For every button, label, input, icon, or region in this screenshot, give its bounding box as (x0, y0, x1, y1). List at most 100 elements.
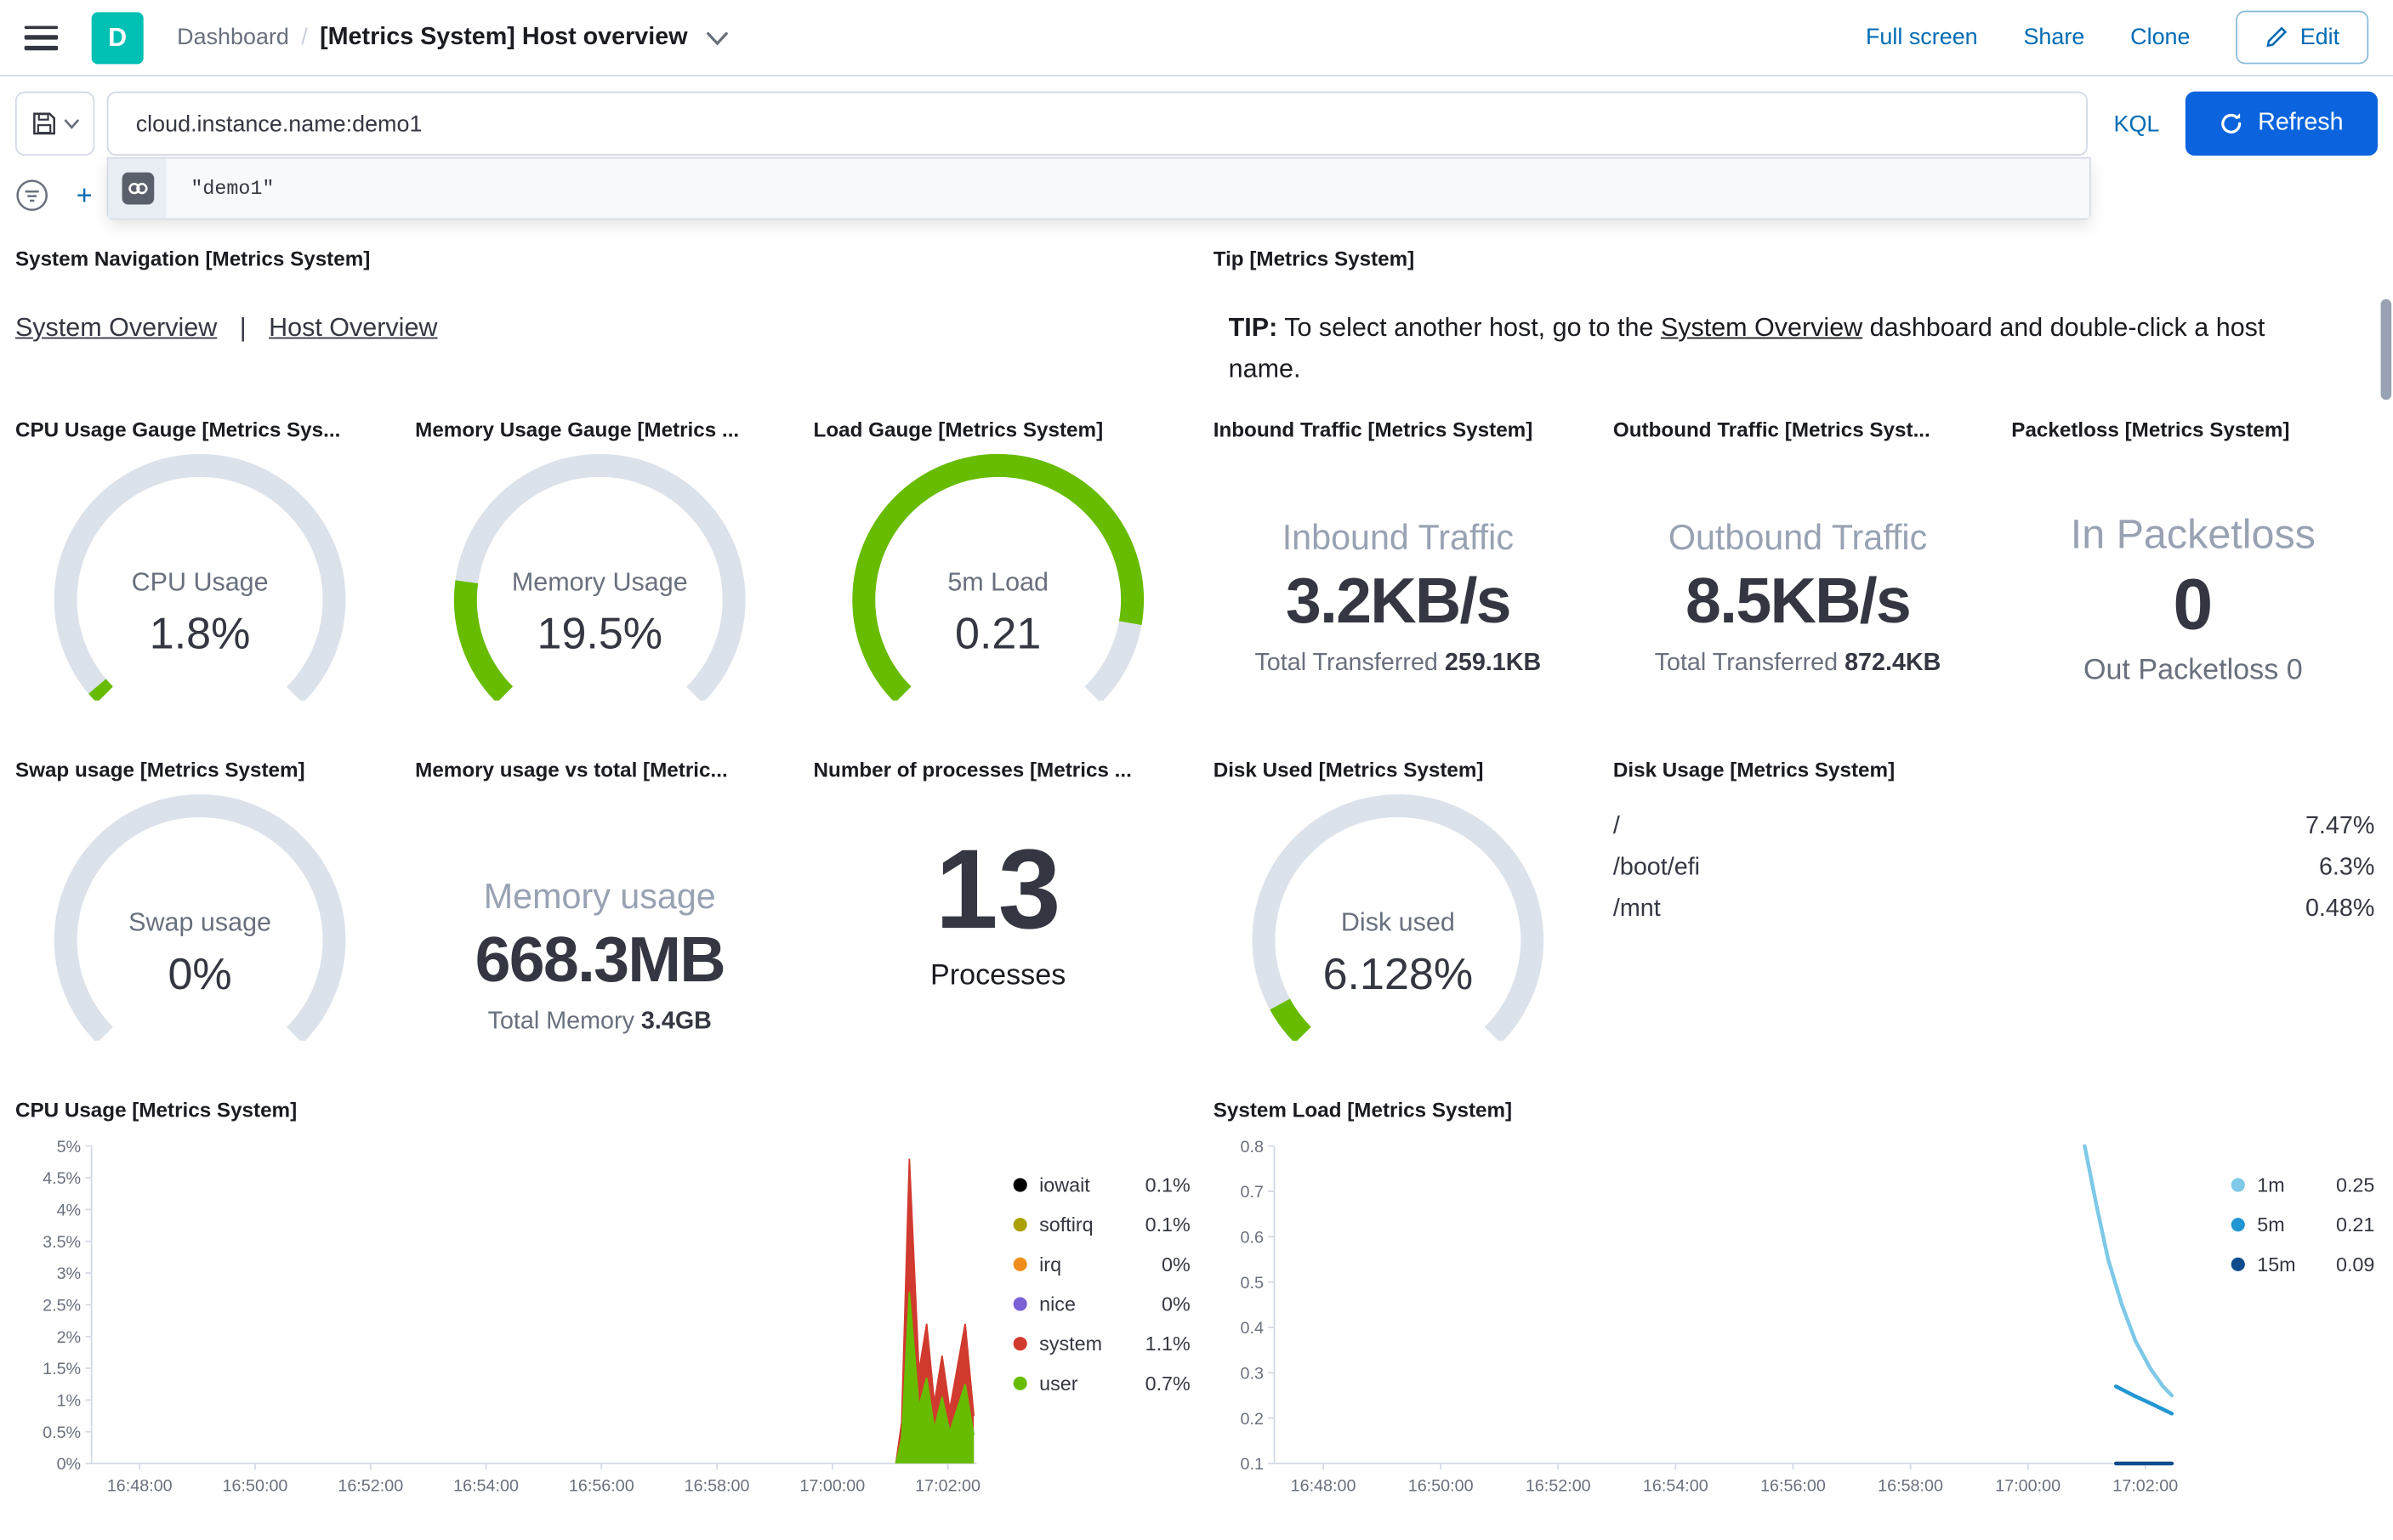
legend-label: irq (1039, 1253, 1062, 1276)
link-system-overview[interactable]: System Overview (15, 313, 217, 342)
outbound-traffic-metric: Outbound Traffic 8.5KB/s Total Transferr… (1613, 447, 1982, 678)
svg-text:16:56:00: 16:56:00 (569, 1476, 634, 1495)
deployment-logo[interactable]: D (91, 11, 144, 64)
top-nav: D Dashboard / [Metrics System] Host over… (0, 0, 2393, 77)
app-root: D Dashboard / [Metrics System] Host over… (0, 0, 2393, 1540)
cpu-chart-body: 0% 0.5% 1% 1.5% 2% 2.5% 3% 3.5% 4% 4.5% 5% 16:48:00… (15, 1128, 1191, 1512)
legend-item[interactable]: user 0.7% (1013, 1372, 1191, 1395)
memory-usage-metric: Memory usage 668.3MB Total Memory 3.4GB (415, 787, 784, 1037)
scrollbar-thumb[interactable] (2380, 298, 2392, 401)
panel-disk-used: Disk Used [Metrics System] Disk used 6.12… (1213, 755, 1583, 1086)
link-host-overview[interactable]: Host Overview (269, 313, 437, 342)
breadcrumb: Dashboard / [Metrics System] Host overvi… (177, 23, 728, 51)
legend-item[interactable]: irq 0% (1013, 1253, 1191, 1276)
share-button[interactable]: Share (2023, 25, 2084, 51)
legend-value: 1.1% (1145, 1332, 1191, 1355)
svg-text:16:50:00: 16:50:00 (1408, 1476, 1474, 1495)
svg-text:17:02:00: 17:02:00 (2112, 1476, 2178, 1495)
legend-value: 0% (1162, 1253, 1191, 1276)
legend-item[interactable]: 15m 0.09 (2231, 1253, 2374, 1276)
edit-button[interactable]: Edit (2236, 10, 2369, 65)
svg-text:17:02:00: 17:02:00 (915, 1476, 981, 1495)
panel-outbound-traffic: Outbound Traffic [Metrics Syst... Outbou… (1612, 415, 1983, 730)
add-filter-icon[interactable]: + (77, 182, 93, 209)
panel-system-load-chart: System Load [Metrics System] 0.1 0.2 0.3 0.… (1213, 1095, 2375, 1536)
legend-value: 0% (1162, 1293, 1191, 1316)
panel-title: Memory usage vs total [Metric... (415, 758, 728, 781)
svg-text:1.5%: 1.5% (43, 1360, 81, 1378)
panel-cpu-usage-chart: CPU Usage [Metrics System] 0% 0.5% 1% 1.5% 2… (14, 1095, 1191, 1536)
panel-title: Swap usage [Metrics System] (14, 758, 305, 781)
svg-text:0.5%: 0.5% (43, 1424, 81, 1442)
panel-tip: Tip [Metrics System] TIP: To select anot… (1213, 244, 2358, 420)
svg-text:6.128%: 6.128% (1323, 950, 1473, 999)
disk-usage-row: /mnt 0.48% (1613, 888, 2375, 929)
filter-menu-icon[interactable] (15, 179, 48, 212)
svg-text:Swap usage: Swap usage (128, 908, 271, 937)
svg-text:16:58:00: 16:58:00 (1878, 1476, 1943, 1495)
refresh-icon (2222, 113, 2242, 134)
svg-text:CPU Usage: CPU Usage (132, 568, 269, 597)
legend-item[interactable]: iowait 0.1% (1013, 1173, 1191, 1196)
legend-label: user (1039, 1372, 1078, 1395)
page-title: [Metrics System] Host overview (320, 23, 688, 50)
legend-value: 0.25 (2335, 1173, 2375, 1196)
breadcrumb-dashboard[interactable]: Dashboard (177, 25, 289, 51)
legend-label: system (1039, 1332, 1103, 1355)
refresh-button[interactable]: Refresh (2185, 91, 2378, 156)
panel-inbound-traffic: Inbound Traffic [Metrics System] Inbound… (1213, 415, 1583, 730)
panel-title: Load Gauge [Metrics System] (813, 418, 1104, 441)
panel-title: CPU Usage [Metrics System] (14, 1099, 298, 1122)
svg-text:16:56:00: 16:56:00 (1760, 1476, 1826, 1495)
svg-text:0.1: 0.1 (1240, 1455, 1263, 1474)
panel-title: Memory Usage Gauge [Metrics ... (415, 418, 740, 441)
metric-sub-value: 872.4KB (1844, 650, 1941, 677)
panel-title: Disk Usage [Metrics System] (1612, 758, 1896, 781)
svg-text:0.4: 0.4 (1240, 1319, 1263, 1338)
panel-title: Packetloss [Metrics System] (2011, 418, 2290, 441)
legend-item[interactable]: nice 0% (1013, 1293, 1191, 1316)
panel-memory-usage-gauge: Memory Usage Gauge [Metrics ... Memory U… (415, 415, 785, 746)
panel-title: Outbound Traffic [Metrics Syst... (1612, 418, 1930, 441)
disk-percent: 6.3% (2318, 854, 2375, 880)
svg-text:16:52:00: 16:52:00 (338, 1476, 403, 1495)
cpu-usage-chart: 0% 0.5% 1% 1.5% 2% 2.5% 3% 3.5% 4% 4.5% 5% 16:48:00… (43, 1138, 981, 1495)
legend-item[interactable]: softirq 0.1% (1013, 1213, 1191, 1236)
disk-bar-track (1744, 857, 2261, 878)
svg-text:16:48:00: 16:48:00 (107, 1476, 173, 1495)
panel-packetloss: Packetloss [Metrics System] In Packetlos… (2011, 415, 2375, 730)
breadcrumb-separator: / (301, 24, 308, 51)
menu-icon[interactable] (24, 25, 59, 50)
saved-query-menu-button[interactable] (14, 91, 95, 156)
processes-label: Processes (930, 960, 1066, 993)
full-screen-button[interactable]: Full screen (1866, 25, 1978, 51)
load-chart-body: 0.1 0.2 0.3 0.4 0.5 0.6 0.7 0.8 16:48:00 16:50:00… (1214, 1128, 2375, 1512)
legend-item[interactable]: 1m 0.25 (2231, 1173, 2375, 1196)
kql-language-button[interactable]: KQL (2097, 92, 2176, 156)
disk-percent: 7.47% (2305, 812, 2375, 839)
metric-name: Inbound Traffic (1282, 517, 1515, 558)
chevron-down-icon[interactable] (706, 31, 728, 46)
svg-text:0.5: 0.5 (1240, 1274, 1263, 1293)
suggestion-item[interactable]: "demo1" (108, 158, 2089, 219)
legend-item[interactable]: 5m 0.21 (2231, 1213, 2374, 1236)
svg-text:5m Load: 5m Load (947, 568, 1049, 597)
legend-item[interactable]: system 1.1% (1013, 1332, 1191, 1355)
tip-link-system-overview[interactable]: System Overview (1661, 313, 1862, 342)
clone-button[interactable]: Clone (2130, 25, 2190, 51)
query-input[interactable]: cloud.instance.name:demo1 (106, 91, 2089, 156)
svg-text:1%: 1% (57, 1392, 82, 1411)
token-cell (108, 158, 167, 219)
metric-name: Outbound Traffic (1668, 517, 1928, 558)
nav-actions: Full screen Share Clone Edit (1866, 10, 2369, 65)
legend-dot (2231, 1257, 2245, 1271)
panel-disk-usage: Disk Usage [Metrics System] / 7.47% /boot/… (1612, 755, 2375, 1079)
packetloss-metric: In Packetloss 0 Out Packetloss 0 (2011, 447, 2374, 689)
disk-path-label: /mnt (1612, 895, 1661, 922)
metric-value: 8.5KB/s (1685, 565, 1912, 637)
panel-title: Inbound Traffic [Metrics System] (1213, 418, 1533, 441)
svg-text:0.6: 0.6 (1240, 1229, 1263, 1247)
panel-title: System Load [Metrics System] (1213, 1099, 1513, 1122)
load-gauge: 5m Load 0.21 (814, 453, 1183, 746)
metric-subtitle: Total Memory 3.4GB (415, 1009, 784, 1036)
